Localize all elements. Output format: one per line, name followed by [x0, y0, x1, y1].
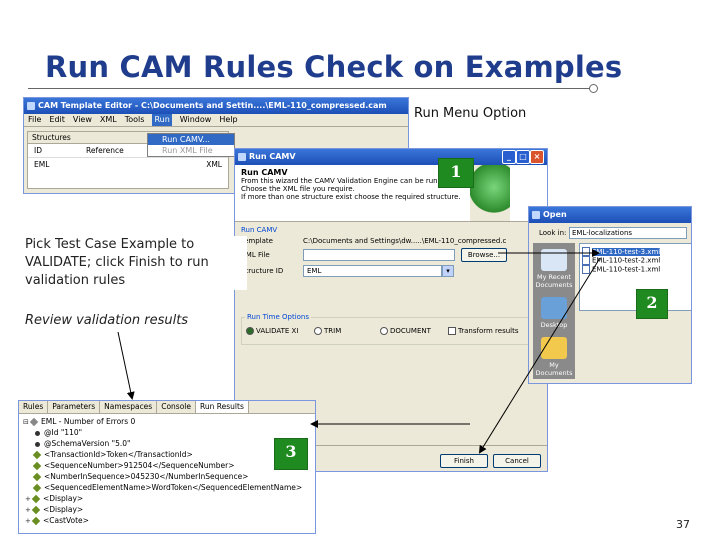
arrow-review-to-tab	[117, 331, 135, 400]
page-number: 37	[676, 518, 690, 531]
annotation-arrows	[117, 249, 601, 454]
arrow-file-to-finish	[478, 257, 601, 454]
